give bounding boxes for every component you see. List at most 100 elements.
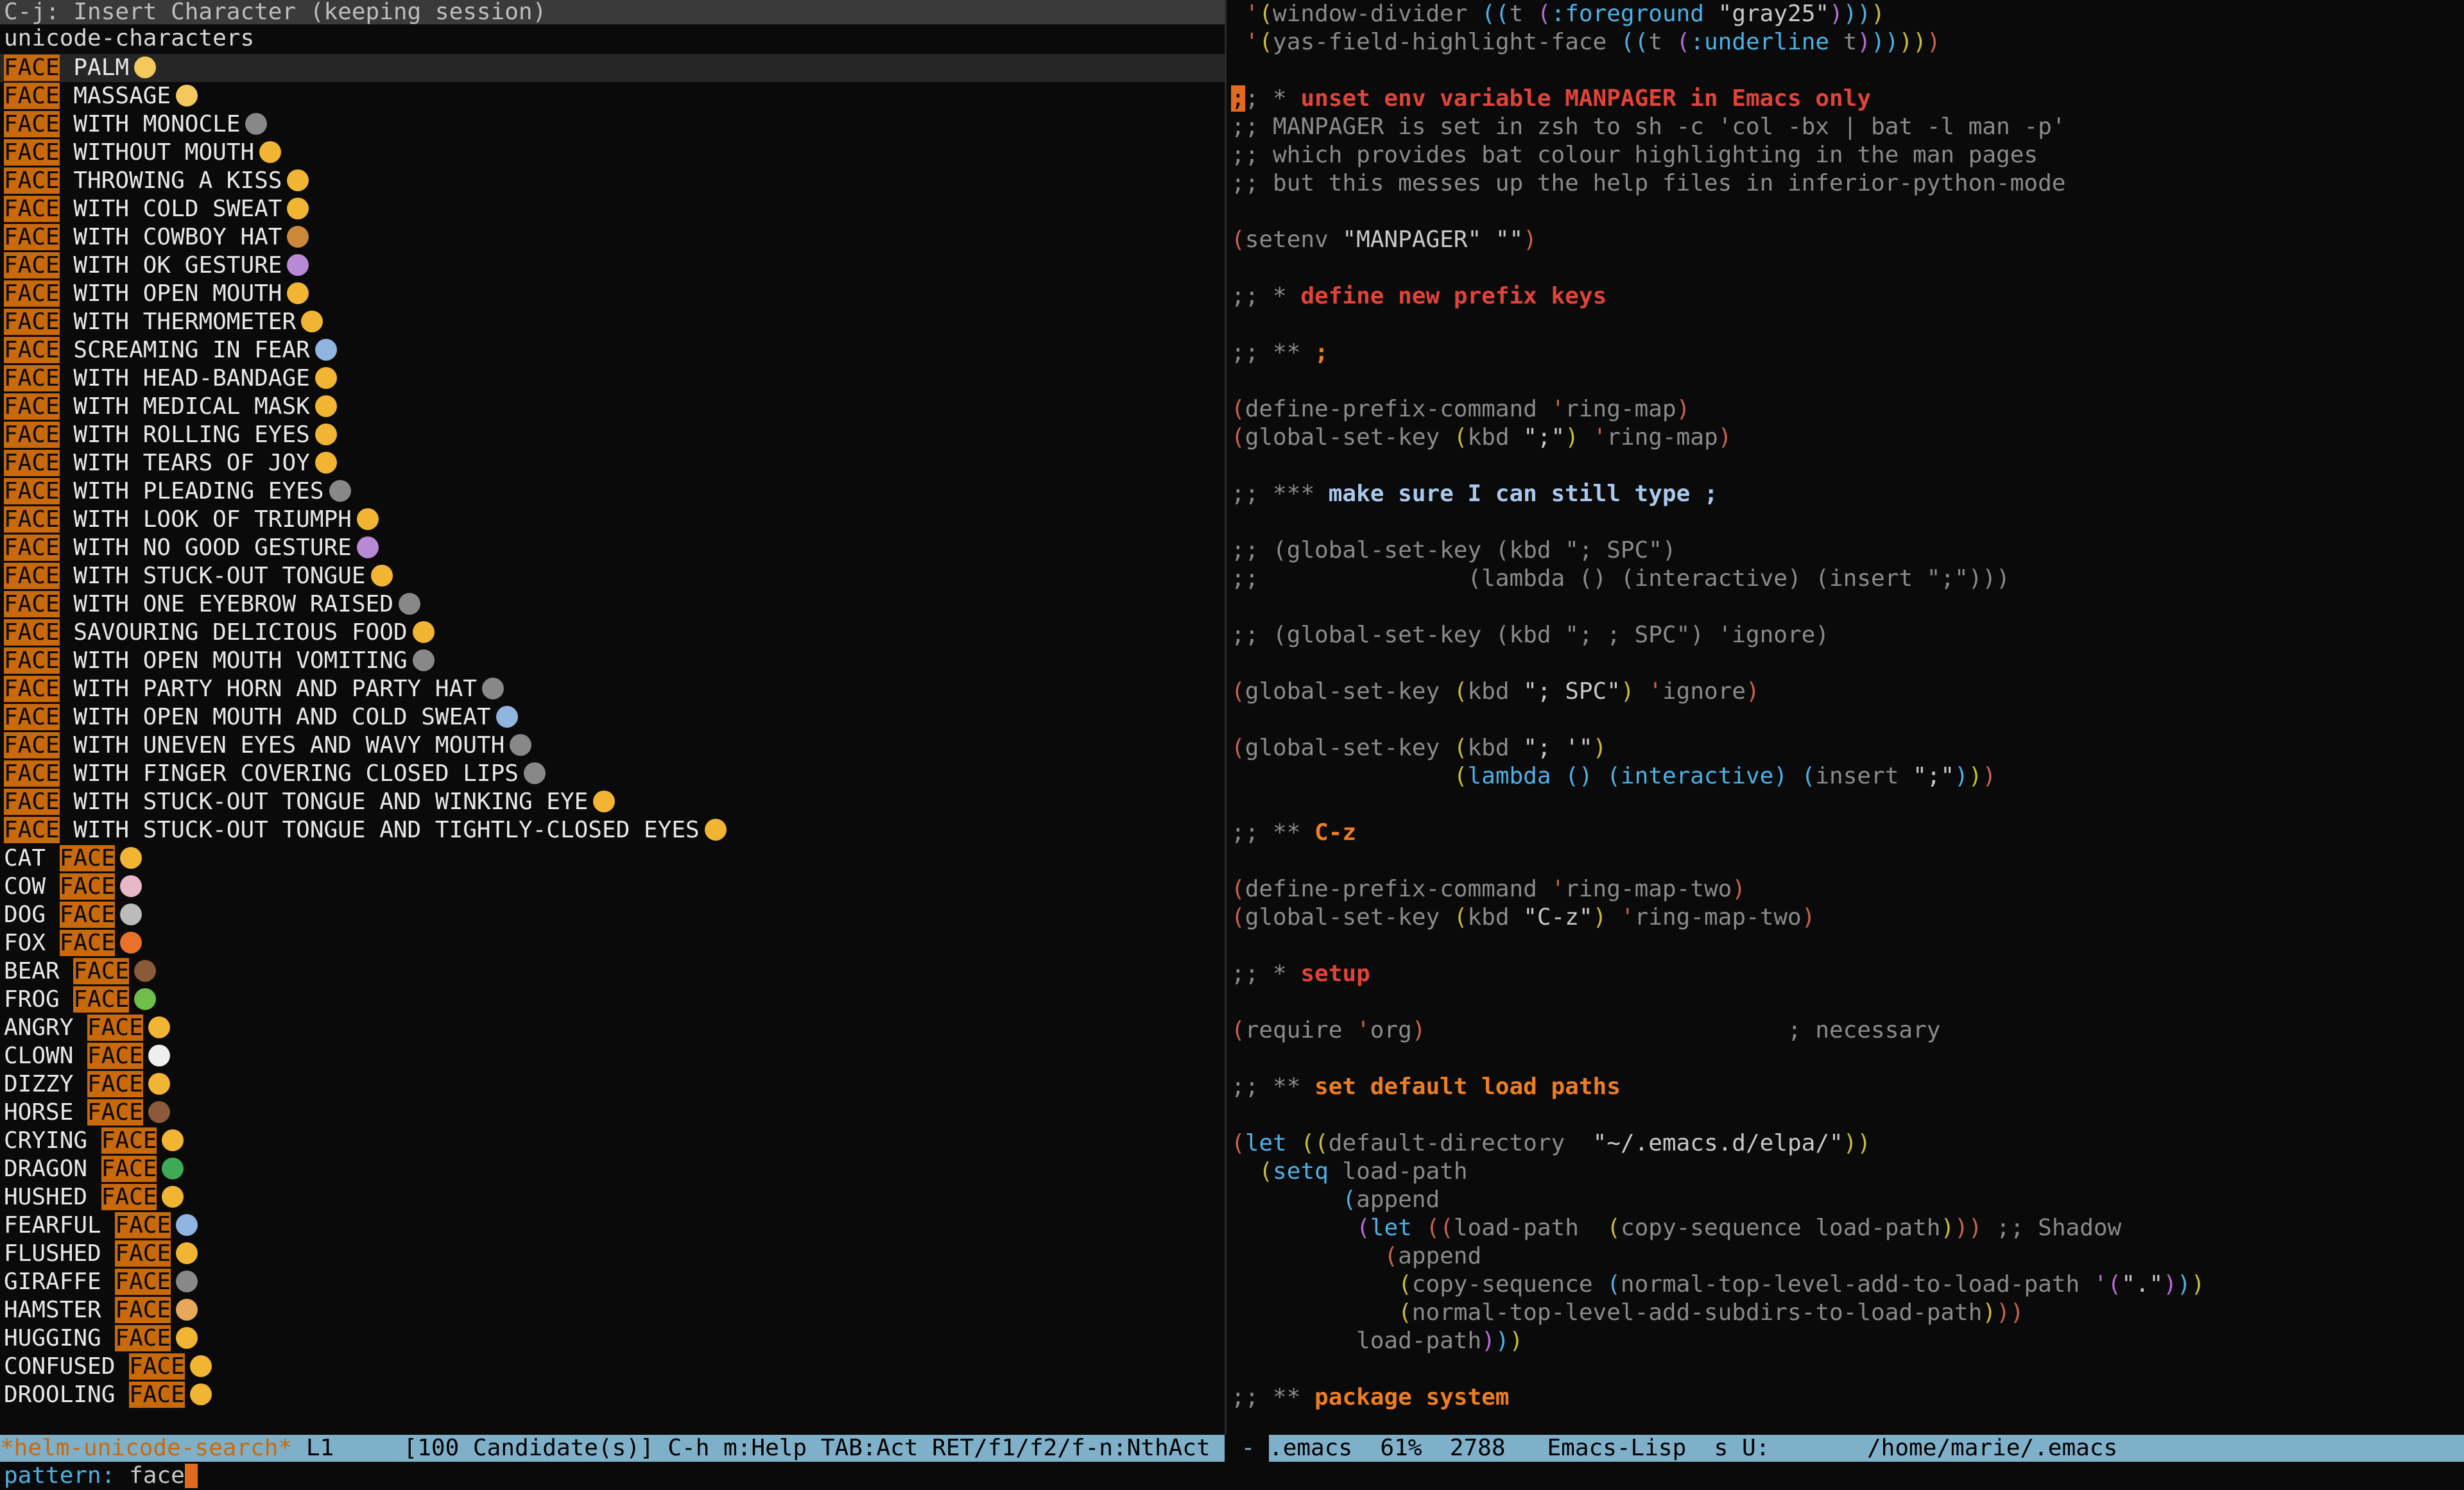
code-line[interactable] [1227, 649, 2464, 678]
candidate-row[interactable]: CRYING FACE [0, 1127, 1225, 1155]
candidate-row[interactable]: FACE WITHOUT MOUTH [0, 139, 1225, 167]
code-line[interactable] [1227, 311, 2464, 339]
code-line[interactable]: ;; ** set default load paths [1227, 1073, 2464, 1101]
code-line[interactable]: ;; MANPAGER is set in zsh to sh -c 'col … [1227, 113, 2464, 141]
code-line[interactable]: (global-set-key (kbd "; SPC") 'ignore) [1227, 678, 2464, 706]
code-line[interactable] [1227, 198, 2464, 226]
candidate-row[interactable]: FACE WITH STUCK-OUT TONGUE AND WINKING E… [0, 788, 1225, 816]
candidate-row[interactable]: FACE WITH PARTY HORN AND PARTY HAT [0, 675, 1225, 703]
candidate-row[interactable]: FACE WITH COLD SWEAT [0, 195, 1225, 223]
code-line[interactable] [1227, 847, 2464, 875]
code-line[interactable]: (setq load-path [1227, 1158, 2464, 1186]
candidate-row[interactable]: DIZZY FACE [0, 1070, 1225, 1099]
candidate-row[interactable]: FACE WITH NO GOOD GESTURE [0, 534, 1225, 562]
code-line[interactable] [1227, 1045, 2464, 1073]
code-line[interactable]: (define-prefix-command 'ring-map-two) [1227, 875, 2464, 903]
code-line[interactable]: (append [1227, 1186, 2464, 1214]
code-line[interactable] [1227, 56, 2464, 85]
code-line[interactable]: ;; but this messes up the help files in … [1227, 169, 2464, 198]
file-name[interactable]: .emacs [1269, 1435, 1352, 1461]
candidate-row[interactable]: FACE WITH COWBOY HAT [0, 223, 1225, 252]
code-line[interactable]: ;; ** package system [1227, 1383, 2464, 1412]
candidate-row[interactable]: FACE WITH ROLLING EYES [0, 421, 1225, 449]
candidate-row[interactable]: CAT FACE [0, 844, 1225, 873]
code-line[interactable]: ;; which provides bat colour highlightin… [1227, 141, 2464, 169]
candidate-row[interactable]: FOX FACE [0, 929, 1225, 957]
candidate-row[interactable]: FACE WITH UNEVEN EYES AND WAVY MOUTH [0, 732, 1225, 760]
buffer-name[interactable]: *helm-unicode-search* [0, 1435, 292, 1461]
code-line[interactable]: (normal-top-level-add-subdirs-to-load-pa… [1227, 1299, 2464, 1327]
candidate-row[interactable]: FACE WITH HEAD-BANDAGE [0, 364, 1225, 393]
code-line[interactable] [1227, 593, 2464, 621]
candidate-row[interactable]: FACE WITH STUCK-OUT TONGUE AND TIGHTLY-C… [0, 816, 1225, 844]
candidate-row[interactable]: FACE WITH FINGER COVERING CLOSED LIPS [0, 760, 1225, 788]
code-line[interactable] [1227, 932, 2464, 960]
candidate-row[interactable]: HUGGING FACE [0, 1324, 1225, 1353]
candidate-row[interactable]: FACE WITH TEARS OF JOY [0, 449, 1225, 477]
candidate-row[interactable]: COW FACE [0, 873, 1225, 901]
window-divider[interactable] [1225, 0, 1227, 1435]
code-line[interactable]: ;; ** C-z [1227, 819, 2464, 847]
code-line[interactable]: ;; (global-set-key (kbd "; SPC") [1227, 536, 2464, 565]
candidate-row[interactable]: DOG FACE [0, 901, 1225, 929]
code-line[interactable]: (copy-sequence (normal-top-level-add-to-… [1227, 1271, 2464, 1299]
code-line[interactable] [1227, 254, 2464, 282]
candidate-row[interactable]: FROG FACE [0, 986, 1225, 1014]
candidate-row[interactable]: FEARFUL FACE [0, 1212, 1225, 1240]
candidate-row[interactable]: HORSE FACE [0, 1099, 1225, 1127]
candidate-row[interactable]: HAMSTER FACE [0, 1296, 1225, 1324]
code-line[interactable] [1227, 1101, 2464, 1129]
code-line[interactable]: ;; (lambda () (interactive) (insert ";")… [1227, 565, 2464, 593]
code-line[interactable]: ;; * define new prefix keys [1227, 282, 2464, 311]
code-line[interactable]: (setenv "MANPAGER" "") [1227, 226, 2464, 254]
candidate-row[interactable]: FACE WITH OPEN MOUTH [0, 280, 1225, 308]
code-line[interactable]: '(yas-field-highlight-face ((t (:underli… [1227, 28, 2464, 56]
code-line[interactable]: (require 'org) ; necessary [1227, 1016, 2464, 1045]
code-line[interactable]: (let ((load-path (copy-sequence load-pat… [1227, 1214, 2464, 1242]
code-line[interactable]: (global-set-key (kbd "C-z") 'ring-map-tw… [1227, 903, 2464, 932]
candidate-row[interactable]: DRAGON FACE [0, 1155, 1225, 1183]
candidate-row[interactable]: CONFUSED FACE [0, 1353, 1225, 1381]
candidate-row[interactable]: CLOWN FACE [0, 1042, 1225, 1070]
candidate-row[interactable]: FLUSHED FACE [0, 1240, 1225, 1268]
candidate-row[interactable]: FACE WITH ONE EYEBROW RAISED [0, 590, 1225, 619]
code-line[interactable]: (lambda () (interactive) (insert ";"))) [1227, 762, 2464, 791]
code-line[interactable]: '(window-divider ((t (:foreground "gray2… [1227, 0, 2464, 28]
candidate-row[interactable]: FACE WITH STUCK-OUT TONGUE [0, 562, 1225, 590]
code-line[interactable]: (append [1227, 1242, 2464, 1271]
code-line[interactable] [1227, 988, 2464, 1016]
candidate-row[interactable]: FACE THROWING A KISS [0, 167, 1225, 195]
code-line[interactable]: ;; ** ; [1227, 339, 2464, 367]
code-line[interactable]: (global-set-key (kbd "; '") [1227, 734, 2464, 762]
candidate-row[interactable]: FACE WITH OPEN MOUTH AND COLD SWEAT [0, 703, 1225, 732]
candidate-row[interactable]: FACE SCREAMING IN FEAR [0, 336, 1225, 364]
candidate-row[interactable]: HUSHED FACE [0, 1183, 1225, 1212]
candidate-row[interactable]: FACE MASSAGE [0, 82, 1225, 110]
candidate-row[interactable]: DROOLING FACE [0, 1381, 1225, 1409]
candidate-row[interactable]: FACE WITH PLEADING EYES [0, 477, 1225, 506]
candidate-row[interactable]: ANGRY FACE [0, 1014, 1225, 1042]
code-line[interactable] [1227, 791, 2464, 819]
candidate-row[interactable]: GIRAFFE FACE [0, 1268, 1225, 1296]
candidate-row[interactable]: FACE SAVOURING DELICIOUS FOOD [0, 619, 1225, 647]
code-line[interactable]: ;; * setup [1227, 960, 2464, 988]
code-line[interactable] [1227, 452, 2464, 480]
candidate-row[interactable]: FACE PALM [0, 54, 1225, 82]
candidate-row[interactable]: FACE WITH OPEN MOUTH VOMITING [0, 647, 1225, 675]
code-line[interactable]: (global-set-key (kbd ";") 'ring-map) [1227, 424, 2464, 452]
code-line[interactable] [1227, 706, 2464, 734]
code-line[interactable] [1227, 367, 2464, 395]
pattern-input[interactable]: face [115, 1462, 185, 1489]
candidate-row[interactable]: FACE WITH MONOCLE [0, 110, 1225, 139]
minibuffer[interactable]: pattern: face [0, 1462, 2464, 1490]
emacs-editor-window[interactable]: '(window-divider ((t (:foreground "gray2… [1227, 0, 2464, 1435]
code-line[interactable]: ;; (global-set-key (kbd "; ; SPC") 'igno… [1227, 621, 2464, 649]
code-line[interactable]: (define-prefix-command 'ring-map) [1227, 395, 2464, 424]
code-line[interactable]: load-path))) [1227, 1327, 2464, 1355]
candidate-row[interactable]: BEAR FACE [0, 957, 1225, 986]
candidate-row[interactable]: FACE WITH THERMOMETER [0, 308, 1225, 336]
candidate-row[interactable]: FACE WITH OK GESTURE [0, 252, 1225, 280]
code-line[interactable] [1227, 1355, 2464, 1383]
code-line[interactable]: (let ((default-directory "~/.emacs.d/elp… [1227, 1129, 2464, 1158]
code-line[interactable] [1227, 508, 2464, 536]
